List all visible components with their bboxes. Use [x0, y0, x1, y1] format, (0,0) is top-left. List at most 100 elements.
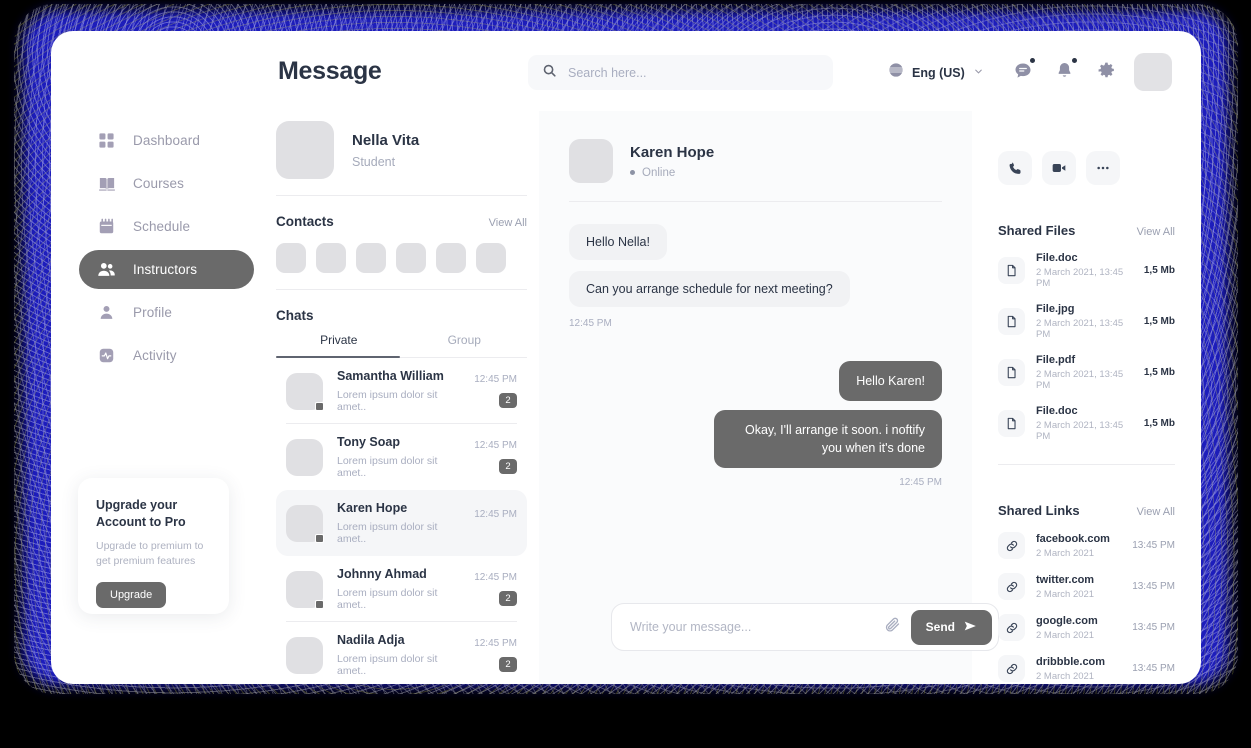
phone-icon[interactable]: [998, 151, 1032, 185]
messages-badge-dot: [1030, 58, 1035, 63]
search-input[interactable]: [568, 65, 798, 80]
contact-avatar[interactable]: [276, 243, 306, 273]
chat-time: 12:45 PM: [474, 374, 517, 385]
link-meta: 2 March 2021: [1036, 588, 1095, 600]
shared-files-header: Shared Files View All: [998, 223, 1175, 238]
profile-name: Nella Vita: [352, 131, 420, 149]
avatar: [276, 121, 334, 179]
chats-header: Chats: [265, 290, 538, 323]
chat-name: Nadila Adja: [337, 633, 405, 647]
contact-avatar[interactable]: [396, 243, 426, 273]
bell-badge-dot: [1072, 58, 1077, 63]
conversation-name: Karen Hope: [630, 143, 715, 161]
message-composer: Send: [611, 603, 999, 651]
chat-name: Samantha William: [337, 369, 444, 383]
file-size: 1,5 Mb: [1143, 265, 1175, 276]
link-icon: [998, 655, 1025, 682]
link-time: 13:45 PM: [1132, 581, 1175, 592]
gear-icon[interactable]: [1095, 59, 1118, 82]
chat-tabs: Private Group: [265, 323, 538, 358]
sidebar-item-activity[interactable]: Activity: [79, 336, 254, 375]
file-name: File.pdf: [1036, 354, 1076, 366]
chat-name: Tony Soap: [337, 435, 400, 449]
sidebar-item-schedule[interactable]: Schedule: [79, 207, 254, 246]
sidebar-label: Instructors: [133, 262, 198, 277]
sidebar-label: Activity: [133, 348, 177, 363]
list-item[interactable]: twitter.com 2 March 2021 13:45 PM: [998, 573, 1175, 600]
message-timestamp: 12:45 PM: [569, 318, 612, 329]
table-row[interactable]: Nadila Adja Lorem ipsum dolor sit amet..…: [276, 622, 527, 684]
sidebar-item-instructors[interactable]: Instructors: [79, 250, 254, 289]
top-header: Message Eng (US): [51, 31, 1201, 111]
list-item[interactable]: File.doc 2 March 2021, 13:45 PM 1,5 Mb: [998, 405, 1175, 442]
globe-icon: [888, 62, 904, 83]
table-row[interactable]: Johnny Ahmad Lorem ipsum dolor sit amet.…: [276, 556, 527, 622]
sidebar-item-dashboard[interactable]: Dashboard: [79, 121, 254, 160]
unread-badge: 2: [499, 591, 517, 606]
table-row[interactable]: Karen Hope Lorem ipsum dolor sit amet.. …: [276, 490, 527, 556]
list-item[interactable]: google.com 2 March 2021 13:45 PM: [998, 614, 1175, 641]
shared-links-title: Shared Links: [998, 503, 1080, 518]
file-name: File.jpg: [1036, 303, 1075, 315]
message-timestamp: 12:45 PM: [899, 477, 942, 489]
chat-rows: Samantha William Lorem ipsum dolor sit a…: [265, 358, 538, 684]
list-item[interactable]: facebook.com 2 March 2021 13:45 PM: [998, 532, 1175, 559]
contact-avatar[interactable]: [356, 243, 386, 273]
activity-icon: [97, 346, 116, 365]
search-icon: [542, 63, 557, 83]
attachment-icon[interactable]: [884, 616, 901, 638]
tab-private[interactable]: Private: [276, 333, 402, 358]
link-meta: 2 March 2021: [1036, 629, 1095, 641]
chat-time: 12:45 PM: [474, 508, 517, 520]
list-item[interactable]: File.jpg 2 March 2021, 13:45 PM 1,5 Mb: [998, 303, 1175, 340]
sidebar-item-profile[interactable]: Profile: [79, 293, 254, 332]
file-size: 1,5 Mb: [1143, 367, 1175, 378]
shared-links-header: Shared Links View All: [998, 503, 1175, 518]
messages-icon[interactable]: [1011, 58, 1035, 82]
send-label: Send: [925, 620, 955, 634]
sidebar-label: Courses: [133, 176, 184, 191]
upgrade-button[interactable]: Upgrade: [96, 581, 167, 608]
link-icon: [998, 614, 1025, 641]
contact-avatar[interactable]: [436, 243, 466, 273]
user-avatar[interactable]: [1134, 53, 1172, 91]
contact-avatar[interactable]: [316, 243, 346, 273]
chat-preview: Lorem ipsum dolor sit amet..: [337, 587, 438, 611]
chat-preview: Lorem ipsum dolor sit amet..: [337, 521, 438, 545]
sidebar-item-courses[interactable]: Courses: [79, 164, 254, 203]
chat-time: 12:45 PM: [474, 440, 517, 451]
file-meta: 2 March 2021, 13:45 PM: [1036, 420, 1124, 442]
call-actions: [998, 121, 1175, 185]
language-selector[interactable]: Eng (US): [888, 62, 984, 83]
video-icon[interactable]: [1042, 151, 1076, 185]
person-icon: [97, 303, 116, 322]
chat-preview: Lorem ipsum dolor sit amet..: [337, 389, 438, 413]
app-window: Message Eng (US): [51, 31, 1201, 684]
contact-avatar[interactable]: [476, 243, 506, 273]
message-input[interactable]: [630, 620, 874, 634]
search-box[interactable]: [528, 55, 833, 90]
file-icon: [998, 257, 1025, 284]
link-name: google.com: [1036, 614, 1098, 627]
divider: [998, 464, 1175, 465]
chat-preview: Lorem ipsum dolor sit amet..: [337, 653, 438, 677]
list-item[interactable]: File.doc 2 March 2021, 13:45 PM 1,5 Mb: [998, 252, 1175, 289]
upgrade-title: Upgrade your Account to Pro: [96, 498, 186, 529]
contacts-view-all[interactable]: View All: [489, 217, 527, 229]
more-icon[interactable]: [1086, 151, 1120, 185]
shared-files-view-all[interactable]: View All: [1137, 226, 1175, 238]
list-item[interactable]: dribbble.com 2 March 2021 13:45 PM: [998, 655, 1175, 682]
shared-links-view-all[interactable]: View All: [1137, 506, 1175, 518]
list-item[interactable]: File.pdf 2 March 2021, 13:45 PM 1,5 Mb: [998, 354, 1175, 391]
bell-icon[interactable]: [1053, 58, 1077, 82]
shared-files-title: Shared Files: [998, 223, 1076, 238]
upgrade-card: Upgrade your Account to Pro Upgrade to p…: [78, 478, 229, 614]
avatar: [286, 636, 323, 674]
details-panel: Shared Files View All File.doc 2 March 2…: [972, 121, 1201, 684]
table-row[interactable]: Samantha William Lorem ipsum dolor sit a…: [276, 358, 527, 424]
link-time: 13:45 PM: [1132, 540, 1175, 551]
table-row[interactable]: Tony Soap Lorem ipsum dolor sit amet.. 1…: [276, 424, 527, 490]
status-badge: [315, 533, 324, 543]
file-size: 1,5 Mb: [1143, 418, 1175, 429]
tab-group[interactable]: Group: [402, 333, 528, 358]
